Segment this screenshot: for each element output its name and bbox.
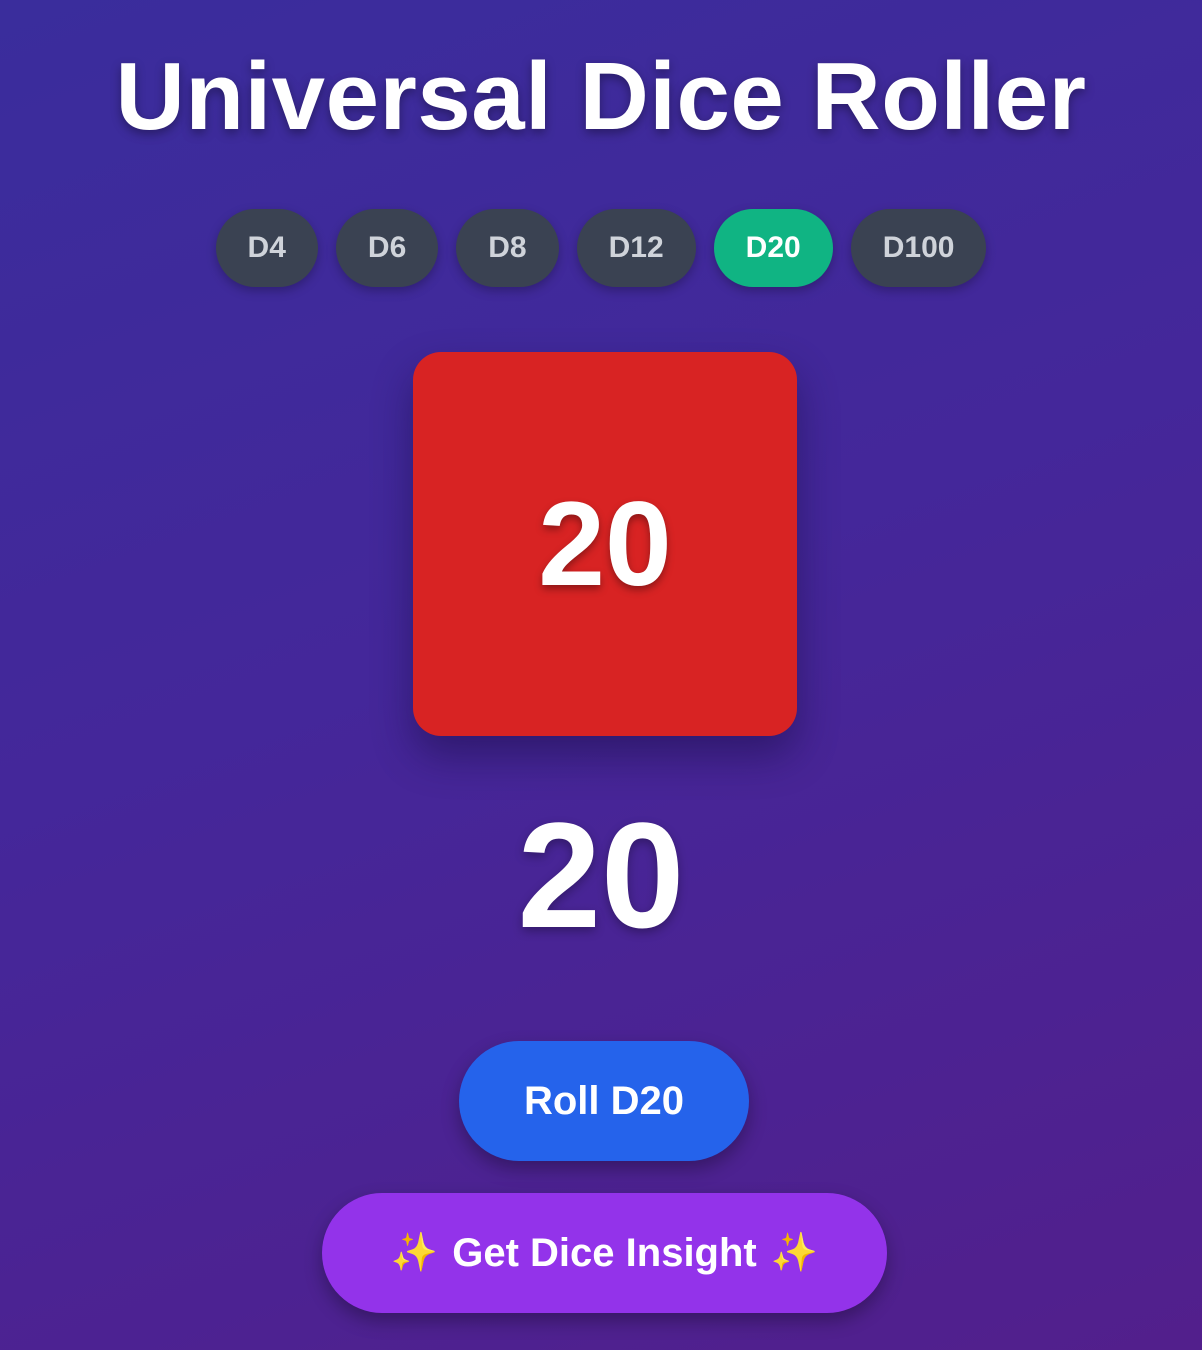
- dice-tab-d20[interactable]: D20: [713, 209, 833, 287]
- roll-result: 20: [517, 791, 685, 959]
- dice-tab-d8[interactable]: D8: [456, 209, 559, 287]
- insight-button-label: Get Dice Insight: [452, 1230, 757, 1275]
- dice-tab-d12[interactable]: D12: [576, 209, 696, 287]
- sparkles-icon: ✨: [770, 1232, 819, 1274]
- get-dice-insight-button[interactable]: ✨ Get Dice Insight ✨: [322, 1193, 887, 1313]
- dice-tab-d100[interactable]: D100: [850, 209, 987, 287]
- dice-tab-d4[interactable]: D4: [215, 209, 318, 287]
- roll-button[interactable]: Roll D20: [459, 1041, 749, 1161]
- dice-type-selector: D4 D6 D8 D12 D20 D100: [0, 209, 1202, 287]
- die-face-value: 20: [538, 477, 672, 611]
- die-face[interactable]: 20: [413, 352, 797, 736]
- dice-tab-d6[interactable]: D6: [335, 209, 439, 287]
- sparkles-icon: ✨: [390, 1232, 439, 1274]
- page-title: Universal Dice Roller: [115, 43, 1087, 150]
